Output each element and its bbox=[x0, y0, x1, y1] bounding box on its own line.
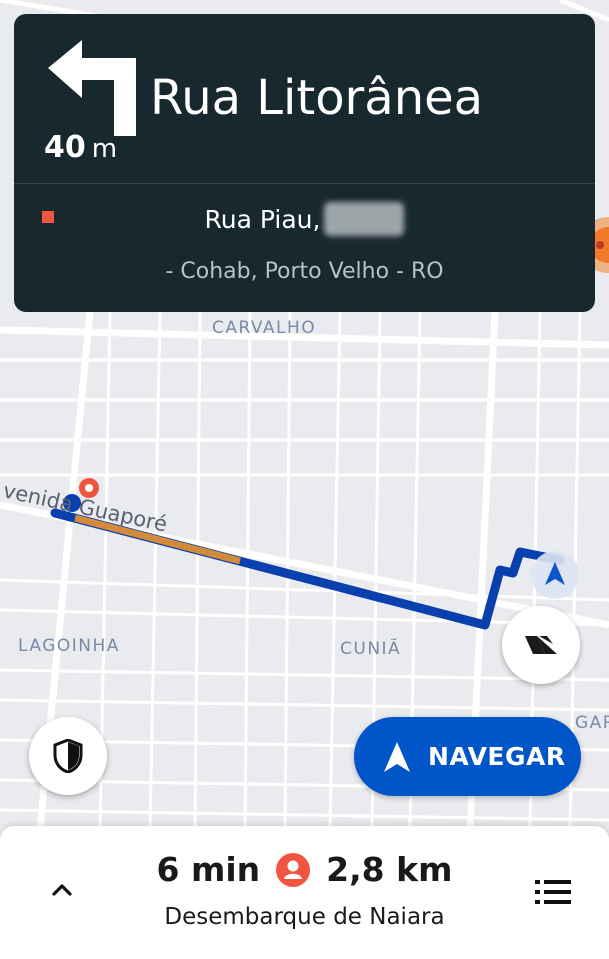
person-icon bbox=[276, 852, 311, 887]
navigate-button-label: NAVEGAR bbox=[428, 742, 566, 771]
map-label-lagoinha: LAGOINHA bbox=[18, 636, 120, 656]
next-street-name: Rua Litorânea bbox=[150, 70, 484, 126]
turn-distance-unit: m bbox=[91, 134, 118, 164]
map-label-partial: GAR bbox=[575, 713, 609, 733]
overview-route-icon bbox=[525, 636, 557, 654]
turn-left-arrow-icon bbox=[48, 40, 136, 136]
trip-subtitle: Desembarque de Naiara bbox=[164, 904, 445, 930]
destination-address-line1: Rua Piau, bbox=[14, 202, 595, 236]
navigation-arrow-icon bbox=[384, 741, 410, 772]
shield-icon bbox=[53, 739, 83, 773]
card-divider bbox=[14, 183, 595, 184]
turn-distance: 40 m bbox=[44, 130, 117, 165]
route-overview-button[interactable] bbox=[502, 606, 580, 684]
safety-toolkit-button[interactable] bbox=[29, 717, 107, 795]
map-label-cunia: CUNIÃ bbox=[340, 637, 401, 659]
list-menu-icon[interactable] bbox=[535, 878, 571, 906]
current-location-icon bbox=[531, 551, 579, 599]
map-label-carvalho: CARVALHO bbox=[212, 318, 316, 338]
trip-distance: 2,8 km bbox=[326, 850, 453, 889]
trip-bottom-sheet[interactable]: 6 min 2,8 km Desembarque de Naiara bbox=[0, 826, 609, 959]
trip-summary: 6 min 2,8 km bbox=[0, 850, 609, 889]
trip-duration: 6 min bbox=[156, 850, 261, 889]
navigation-instruction-card: 40 m Rua Litorânea Rua Piau, - Cohab, Por… bbox=[14, 14, 595, 312]
turn-distance-value: 40 bbox=[44, 130, 86, 165]
redacted-number bbox=[324, 202, 405, 236]
destination-address-line2: - Cohab, Porto Velho - RO bbox=[165, 259, 444, 284]
navigate-button[interactable]: NAVEGAR bbox=[354, 717, 581, 796]
destination-street: Rua Piau, bbox=[204, 205, 321, 234]
